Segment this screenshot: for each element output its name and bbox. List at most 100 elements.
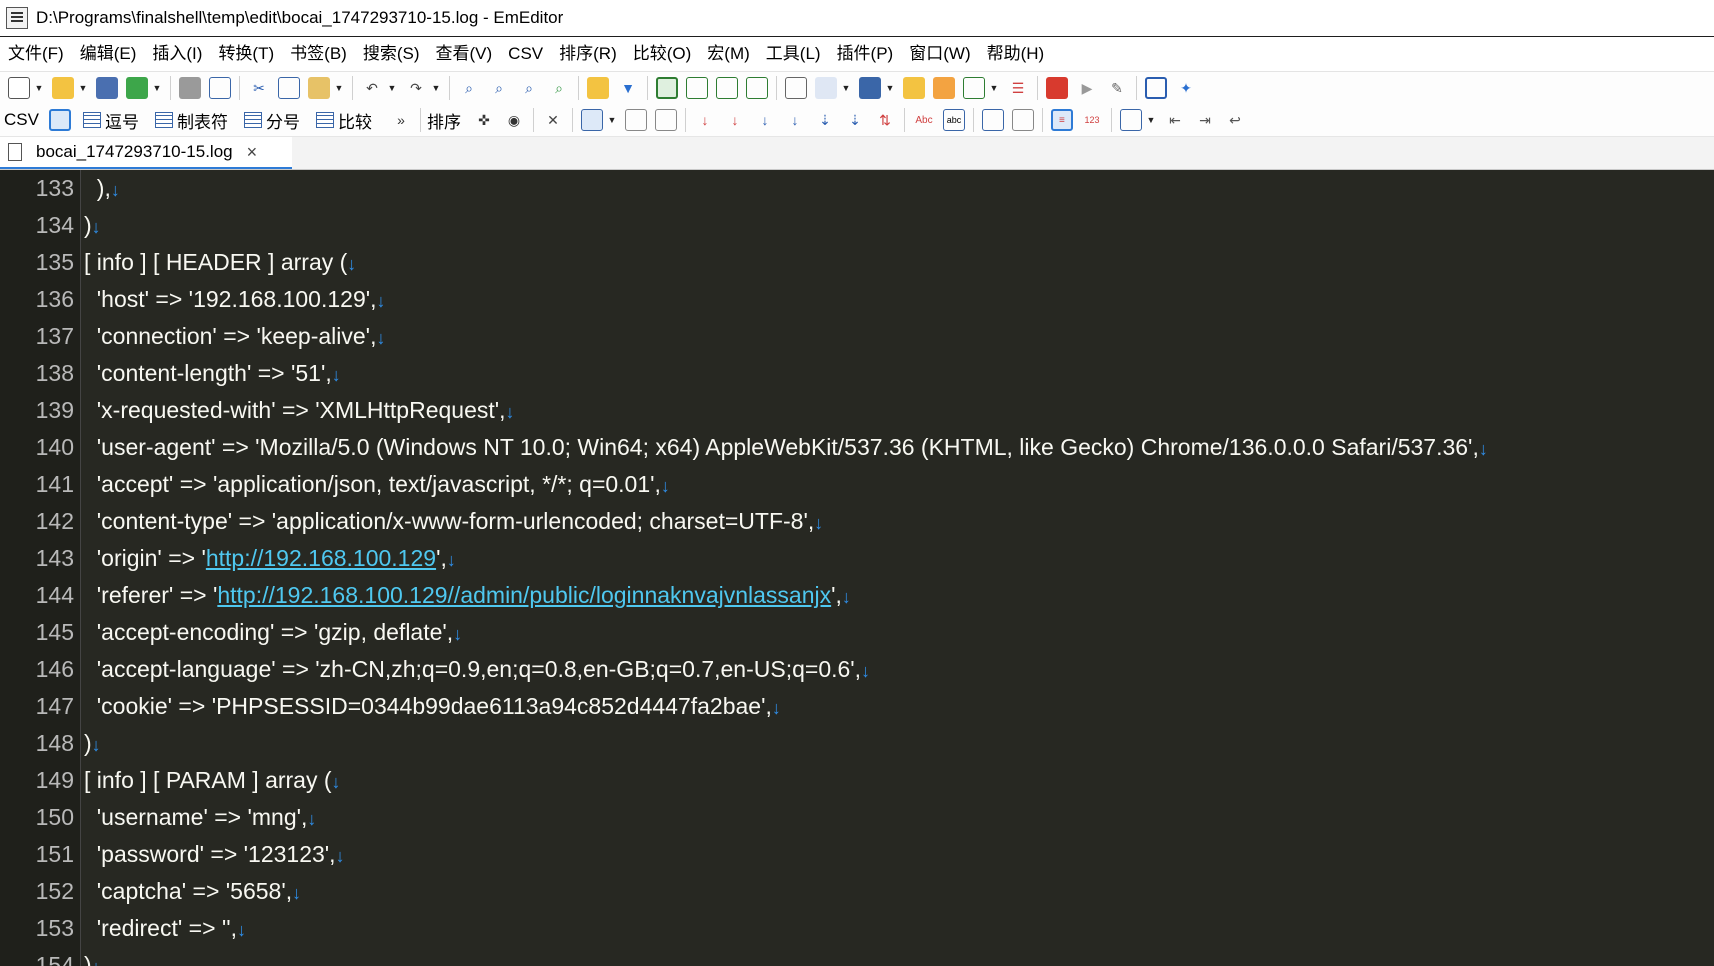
- delete-column-icon[interactable]: [654, 109, 677, 131]
- semicolon-separated-button[interactable]: 分号: [266, 108, 300, 133]
- sort-special-icon[interactable]: ◉: [503, 109, 525, 131]
- menu-insert[interactable]: 插入(I): [144, 37, 210, 71]
- comma-separated-button[interactable]: 逗号: [105, 108, 139, 133]
- print-preview-icon[interactable]: [209, 77, 231, 99]
- sort-09-icon[interactable]: ↓: [754, 109, 776, 131]
- more-chevron-icon[interactable]: »: [390, 109, 412, 131]
- close-tab-icon[interactable]: ×: [247, 142, 258, 163]
- menu-convert[interactable]: 转换(T): [210, 37, 282, 71]
- copy-icon[interactable]: [278, 77, 300, 99]
- reload-dropdown-icon[interactable]: ▼: [152, 77, 162, 99]
- sort-az-icon[interactable]: ↓: [694, 109, 716, 131]
- column-icon[interactable]: [580, 109, 603, 131]
- stop-recording-icon[interactable]: [1046, 77, 1068, 99]
- join-lines-icon[interactable]: [981, 109, 1004, 131]
- menu-edit[interactable]: 编辑(E): [72, 37, 145, 71]
- csv-normal-mode-icon[interactable]: [48, 109, 71, 131]
- undo-dropdown-icon[interactable]: ▼: [387, 77, 397, 99]
- move-column-right-icon[interactable]: ⇥: [1194, 109, 1216, 131]
- menu-search[interactable]: 搜索(S): [355, 37, 428, 71]
- word-wrap-none-icon[interactable]: [656, 77, 678, 99]
- save-icon[interactable]: [96, 77, 118, 99]
- sort-90-icon[interactable]: ↓: [784, 109, 806, 131]
- find-next-icon[interactable]: ⌕: [488, 77, 510, 99]
- menu-bookmarks[interactable]: 书签(B): [282, 37, 355, 71]
- menu-window[interactable]: 窗口(W): [901, 37, 978, 71]
- whole-word-icon[interactable]: abc: [942, 109, 965, 131]
- insert-column-icon[interactable]: [624, 109, 647, 131]
- menu-compare[interactable]: 比较(O): [625, 37, 700, 71]
- sort-options-icon[interactable]: ✜: [473, 109, 495, 131]
- redo-dropdown-icon[interactable]: ▼: [431, 77, 441, 99]
- tab-separated-button[interactable]: 制表符: [177, 108, 228, 133]
- print-icon[interactable]: [179, 77, 201, 99]
- replace-icon[interactable]: ⌕: [548, 77, 570, 99]
- customize-icon[interactable]: ✦: [1175, 77, 1197, 99]
- undo-icon[interactable]: ↶: [361, 77, 383, 99]
- clipboard-icon[interactable]: [815, 77, 837, 99]
- frozen-columns-icon[interactable]: [1119, 109, 1142, 131]
- split-window-icon[interactable]: [1145, 77, 1167, 99]
- reload-icon[interactable]: [126, 77, 148, 99]
- menu-file[interactable]: 文件(F): [0, 37, 72, 71]
- compare-grid-icon[interactable]: [315, 112, 334, 128]
- menu-view[interactable]: 查看(V): [428, 37, 501, 71]
- paste-icon[interactable]: [308, 77, 330, 99]
- menu-plugins[interactable]: 插件(P): [829, 37, 902, 71]
- sort-length-asc-icon[interactable]: ⇣: [814, 109, 836, 131]
- redo-icon[interactable]: ↷: [405, 77, 427, 99]
- macros-icon[interactable]: [933, 77, 955, 99]
- sort-length-desc-icon[interactable]: ⇣: [844, 109, 866, 131]
- run-macro-icon[interactable]: ▶: [1076, 77, 1098, 99]
- encoding-icon[interactable]: [859, 77, 881, 99]
- cut-icon[interactable]: ✂: [248, 77, 270, 99]
- tools-icon[interactable]: ✕: [542, 109, 564, 131]
- open-folder-icon[interactable]: [52, 77, 74, 99]
- check-icon[interactable]: [963, 77, 985, 99]
- menu-help[interactable]: 帮助(H): [979, 37, 1053, 71]
- sort-button[interactable]: 排序: [427, 108, 461, 133]
- sort-za-icon[interactable]: ↓: [724, 109, 746, 131]
- edit-macro-icon[interactable]: ✎: [1106, 77, 1128, 99]
- move-column-left-icon[interactable]: ⇤: [1164, 109, 1186, 131]
- editor-pane[interactable]: 133 ),↓ 134)↓ 135[ info ] [ HEADER ] array…: [0, 170, 1714, 966]
- find-previous-icon[interactable]: ⌕: [518, 77, 540, 99]
- new-file-dropdown-icon[interactable]: ▼: [34, 77, 44, 99]
- line-numbers-icon[interactable]: ≡: [1050, 109, 1073, 131]
- wrap-by-chars-icon[interactable]: [686, 77, 708, 99]
- wrap-by-window-icon[interactable]: [716, 77, 738, 99]
- outline-icon[interactable]: ☰: [1007, 77, 1029, 99]
- menu-sort[interactable]: 排序(R): [551, 37, 625, 71]
- semicolon-grid-icon[interactable]: [243, 112, 262, 128]
- tab-grid-icon[interactable]: [154, 112, 173, 128]
- line-number: 140: [35, 434, 74, 460]
- menu-tools[interactable]: 工具(L): [758, 37, 829, 71]
- encoding-dropdown-icon[interactable]: ▼: [885, 77, 895, 99]
- case-sensitive-icon[interactable]: Abc: [913, 109, 935, 131]
- clipboard-dropdown-icon[interactable]: ▼: [841, 77, 851, 99]
- check-dropdown-icon[interactable]: ▼: [989, 77, 999, 99]
- column-dropdown-icon[interactable]: ▼: [607, 109, 617, 131]
- tab-document[interactable]: bocai_1747293710-15.log ×: [0, 137, 292, 169]
- find-icon[interactable]: ⌕: [458, 77, 480, 99]
- ruler-icon[interactable]: 123: [1081, 109, 1103, 131]
- compare-button[interactable]: 比较: [338, 108, 372, 133]
- split-lines-icon[interactable]: [1011, 109, 1034, 131]
- find-in-files-icon[interactable]: [587, 77, 609, 99]
- frozen-dropdown-icon[interactable]: ▼: [1146, 109, 1156, 131]
- open-dropdown-icon[interactable]: ▼: [78, 77, 88, 99]
- wrap-by-page-icon[interactable]: [746, 77, 768, 99]
- return-icon[interactable]: ↩: [1224, 109, 1246, 131]
- menu-macros[interactable]: 宏(M): [699, 37, 757, 71]
- filter-icon[interactable]: ▼: [617, 77, 639, 99]
- url-link[interactable]: http://192.168.100.129: [206, 545, 436, 571]
- menu-csv[interactable]: CSV: [500, 37, 551, 71]
- new-file-icon[interactable]: [8, 77, 30, 99]
- paste-dropdown-icon[interactable]: ▼: [334, 77, 344, 99]
- emeditor-app-icon[interactable]: [6, 7, 28, 29]
- url-link[interactable]: http://192.168.100.129//admin/public/log…: [217, 582, 831, 608]
- spell-check-icon[interactable]: [785, 77, 807, 99]
- comma-grid-icon[interactable]: [82, 112, 101, 128]
- reverse-order-icon[interactable]: ⇅: [874, 109, 896, 131]
- snippets-icon[interactable]: [903, 77, 925, 99]
